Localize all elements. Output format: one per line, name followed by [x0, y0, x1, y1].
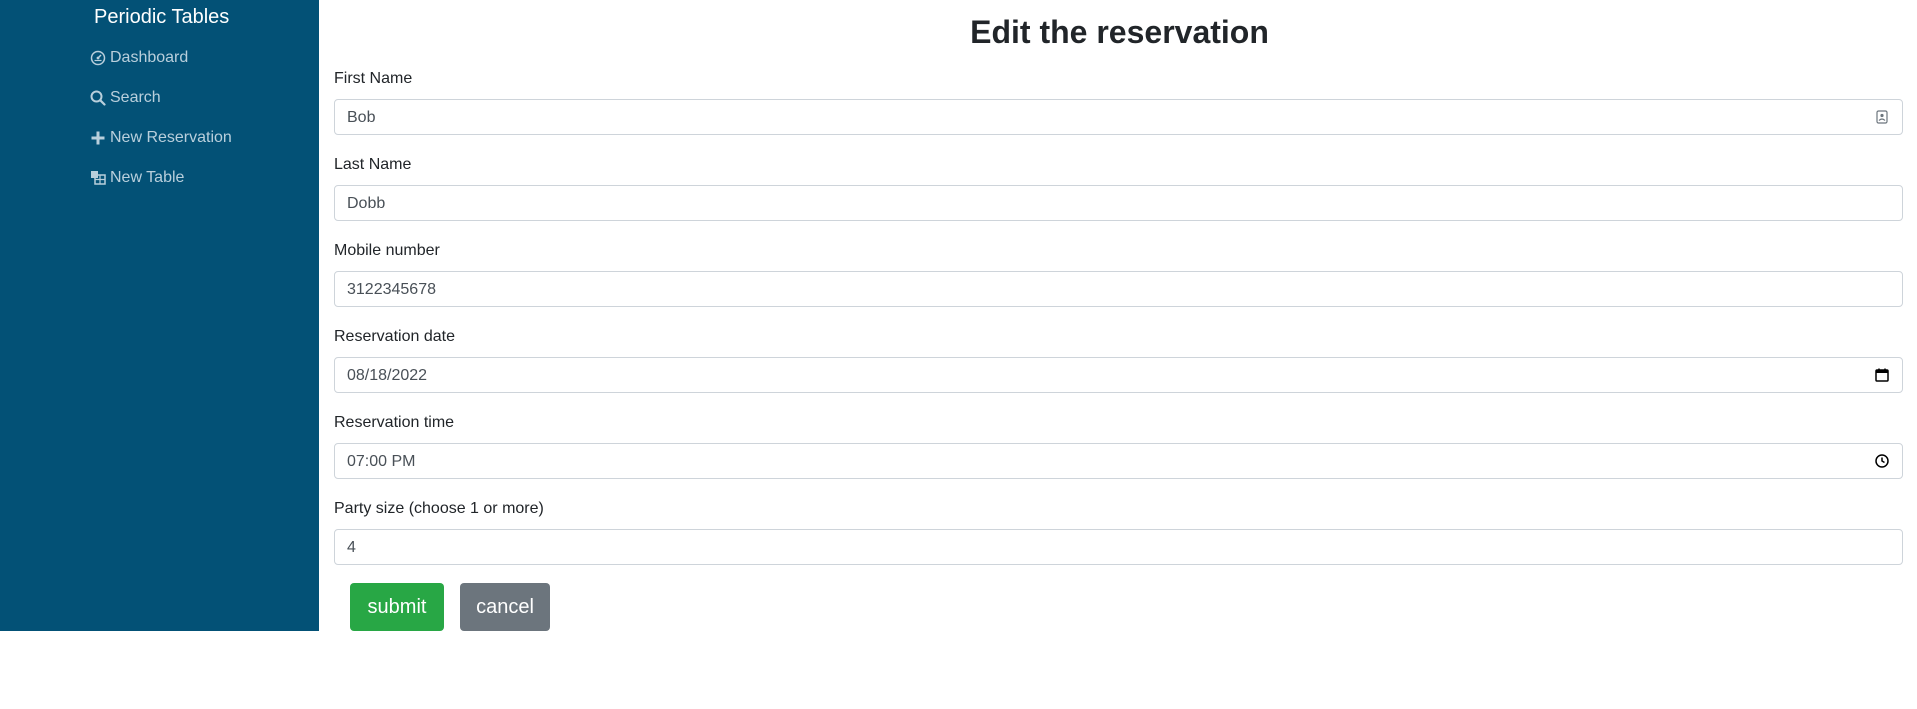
nav-item-label: New Table	[110, 169, 185, 186]
party-size-label: Party size (choose 1 or more)	[334, 500, 544, 517]
reservation-time-label: Reservation time	[334, 414, 455, 431]
nav-item-search[interactable]: Search	[89, 85, 161, 111]
reservation-time-input[interactable]: 07:00 PM	[334, 443, 1903, 479]
submit-button[interactable]: submit	[350, 583, 444, 631]
last-name-value: Dobb	[347, 195, 386, 212]
cancel-button[interactable]: cancel	[460, 583, 550, 631]
mobile-number-value: 3122345678	[347, 281, 436, 298]
last-name-label: Last Name	[334, 156, 412, 173]
search-icon	[89, 90, 106, 107]
mobile-number-label: Mobile number	[334, 242, 440, 259]
calendar-icon[interactable]	[1874, 367, 1890, 383]
plus-icon	[89, 130, 106, 147]
reservation-date-label: Reservation date	[334, 328, 455, 345]
first-name-label: First Name	[334, 70, 413, 87]
reservation-time-value: 07:00 PM	[347, 453, 416, 470]
nav-item-label: New Reservation	[110, 129, 232, 146]
party-size-input[interactable]: 4	[334, 529, 1903, 565]
reservation-date-value: 08/18/2022	[347, 367, 428, 384]
autofill-contact-icon[interactable]	[1874, 109, 1890, 125]
nav-item-dashboard[interactable]: Dashboard	[89, 45, 188, 71]
table-icon	[89, 170, 106, 187]
reservation-date-input[interactable]: 08/18/2022	[334, 357, 1903, 393]
first-name-input[interactable]: Bob	[334, 99, 1903, 135]
nav-item-label: Dashboard	[110, 49, 189, 66]
sidebar: Periodic Tables Dashboard Search New Res…	[0, 0, 319, 631]
clock-icon[interactable]	[1874, 453, 1890, 469]
mobile-number-input[interactable]: 3122345678	[334, 271, 1903, 307]
first-name-value: Bob	[347, 109, 376, 126]
nav-item-new-reservation[interactable]: New Reservation	[89, 125, 232, 151]
party-size-value: 4	[347, 539, 356, 556]
brand-title[interactable]: Periodic Tables	[94, 6, 229, 29]
last-name-input[interactable]: Dobb	[334, 185, 1903, 221]
page-title: Edit the reservation	[970, 14, 1269, 50]
dashboard-icon	[89, 50, 106, 67]
nav-item-new-table[interactable]: New Table	[89, 165, 184, 191]
nav-item-label: Search	[110, 89, 161, 106]
